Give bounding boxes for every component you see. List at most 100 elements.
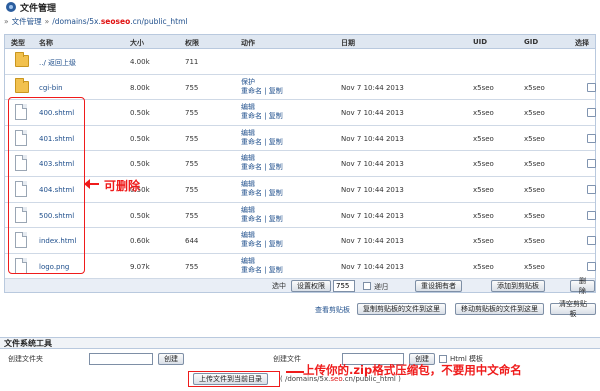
file-gid: x5seo <box>524 185 545 194</box>
edit-link[interactable]: 编辑 <box>241 180 255 188</box>
deletable-files-highlight <box>8 97 85 274</box>
file-uid: x5seo <box>473 185 494 194</box>
create-folder-label: 创建文件夹 <box>8 355 43 363</box>
add-to-clipboard-button[interactable]: 添加到剪贴板 <box>491 280 545 292</box>
select-checkbox[interactable] <box>587 184 596 194</box>
file-uid: x5seo <box>473 160 494 169</box>
table-row: 404.shtml 0.50k 755 编辑 重命名 | 复制 Nov 7 10… <box>5 177 596 203</box>
select-checkbox[interactable] <box>587 261 596 271</box>
rename-copy-links[interactable]: 重命名 | 复制 <box>241 215 283 223</box>
file-date: Nov 7 10:44 2013 <box>341 134 404 143</box>
select-checkbox[interactable] <box>587 133 596 143</box>
selection-toolbar: 选中 设置权限 递归 重设拥有者 添加到剪贴板 删除 <box>4 277 596 295</box>
file-size: 4.00k <box>130 58 150 66</box>
table-row: logo.png 9.07k 755 编辑 重命名 | 复制 Nov 7 10:… <box>5 254 596 280</box>
file-date: Nov 7 10:44 2013 <box>341 83 404 92</box>
header-name[interactable]: 名称 <box>39 38 53 48</box>
rename-copy-links[interactable]: 重命名 | 复制 <box>241 163 283 171</box>
file-name-link[interactable]: cgi-bin <box>39 84 63 92</box>
title-bar: 文件管理 <box>0 0 600 14</box>
move-clipboard-here-button[interactable]: 移动剪贴板的文件到这里 <box>455 303 544 315</box>
edit-link[interactable]: 编辑 <box>241 103 255 111</box>
file-uid: x5seo <box>473 211 494 220</box>
breadcrumb-path-suffix[interactable]: .cn/public_html <box>130 17 187 26</box>
file-date: Nov 7 10:44 2013 <box>341 109 404 118</box>
file-uid: x5seo <box>473 262 494 271</box>
recursive-checkbox[interactable] <box>363 282 371 290</box>
rename-copy-links[interactable]: 重命名 | 复制 <box>241 87 283 95</box>
clear-clipboard-button[interactable]: 清空剪贴板 <box>550 300 596 318</box>
file-actions: 编辑 重命名 | 复制 <box>241 206 283 224</box>
recursive-label: 递归 <box>374 283 388 291</box>
file-size: 9.07k <box>130 262 150 271</box>
table-row: cgi-bin 8.00k 755 保护 重命名 | 复制 Nov 7 10:4… <box>5 75 596 101</box>
file-date: Nov 7 10:44 2013 <box>341 185 404 194</box>
breadcrumb-path-prefix[interactable]: /domains/5x. <box>52 17 101 26</box>
header-gid[interactable]: GID <box>524 38 538 46</box>
create-folder-input[interactable] <box>89 353 153 365</box>
edit-link[interactable]: 编辑 <box>241 129 255 137</box>
table-row: 401.shtml 0.50k 755 编辑 重命名 | 复制 Nov 7 10… <box>5 126 596 152</box>
file-actions: 编辑 重命名 | 复制 <box>241 129 283 147</box>
file-uid: x5seo <box>473 109 494 118</box>
edit-link[interactable]: 编辑 <box>241 257 255 265</box>
file-size: 0.50k <box>130 160 150 169</box>
file-gid: x5seo <box>524 211 545 220</box>
file-actions: 编辑 重命名 | 复制 <box>241 257 283 275</box>
select-checkbox[interactable] <box>587 82 596 92</box>
select-checkbox[interactable] <box>587 210 596 220</box>
select-checkbox[interactable] <box>587 159 596 169</box>
view-clipboard-link[interactable]: 查看剪贴板 <box>315 305 350 315</box>
clipboard-toolbar: 查看剪贴板 复制剪贴板的文件到这里 移动剪贴板的文件到这里 清空剪贴板 <box>4 300 596 318</box>
rename-copy-links[interactable]: 重命名 | 复制 <box>241 112 283 120</box>
rename-copy-links[interactable]: 重命名 | 复制 <box>241 266 283 274</box>
select-checkbox[interactable] <box>587 108 596 118</box>
file-name-link[interactable]: ../ 返回上级 <box>39 58 76 68</box>
rename-copy-links[interactable]: 重命名 | 复制 <box>241 138 283 146</box>
file-actions: 保护 重命名 | 复制 <box>241 78 283 96</box>
file-actions: 编辑 重命名 | 复制 <box>241 103 283 121</box>
table-header: 类型 名称 大小 权限 动作 日期 UID GID 选择 <box>5 35 595 49</box>
create-folder-button[interactable]: 创建 <box>158 353 184 365</box>
set-permission-button[interactable]: 设置权限 <box>291 280 331 292</box>
file-gid: x5seo <box>524 262 545 271</box>
header-perm[interactable]: 权限 <box>185 38 199 48</box>
header-action: 动作 <box>241 39 255 47</box>
selected-label: 选中 <box>272 282 286 290</box>
app-globe-icon <box>6 2 16 12</box>
header-date[interactable]: 日期 <box>341 38 355 48</box>
file-perm: 711 <box>185 58 199 66</box>
select-checkbox[interactable] <box>587 236 596 246</box>
upload-annotation: 上传你的.zip格式压缩包，不要用中文命名 <box>303 363 522 377</box>
table-row: 400.shtml 0.50k 755 编辑 重命名 | 复制 Nov 7 10… <box>5 100 596 126</box>
file-gid: x5seo <box>524 237 545 246</box>
reset-owner-button[interactable]: 重设拥有者 <box>415 280 462 292</box>
edit-link[interactable]: 编辑 <box>241 231 255 239</box>
file-size: 0.60k <box>130 237 150 246</box>
delete-button[interactable]: 删除 <box>570 277 595 295</box>
copy-clipboard-here-button[interactable]: 复制剪贴板的文件到这里 <box>357 303 446 315</box>
file-perm: 644 <box>185 237 199 246</box>
edit-link[interactable]: 编辑 <box>241 206 255 214</box>
filesystem-tools-header: 文件系统工具 <box>0 337 600 349</box>
file-gid: x5seo <box>524 109 545 118</box>
rename-copy-links[interactable]: 重命名 | 复制 <box>241 189 283 197</box>
permission-input[interactable] <box>333 280 355 292</box>
file-gid: x5seo <box>524 83 545 92</box>
edit-link[interactable]: 编辑 <box>241 154 255 162</box>
file-uid: x5seo <box>473 83 494 92</box>
rename-copy-links[interactable]: 重命名 | 复制 <box>241 240 283 248</box>
file-perm: 755 <box>185 211 199 220</box>
breadcrumb-separator: » <box>44 16 50 26</box>
file-size: 0.50k <box>130 211 150 220</box>
file-gid: x5seo <box>524 160 545 169</box>
protect-link[interactable]: 保护 <box>241 78 255 86</box>
header-type[interactable]: 类型 <box>11 38 25 48</box>
header-size[interactable]: 大小 <box>130 38 144 48</box>
file-gid: x5seo <box>524 134 545 143</box>
header-uid[interactable]: UID <box>473 38 487 46</box>
breadcrumb-root-link[interactable]: 文件管理 <box>12 16 42 27</box>
file-actions: 编辑 重命名 | 复制 <box>241 180 283 198</box>
table-row: 403.shtml 0.50k 755 编辑 重命名 | 复制 Nov 7 10… <box>5 151 596 177</box>
file-size: 0.50k <box>130 134 150 143</box>
